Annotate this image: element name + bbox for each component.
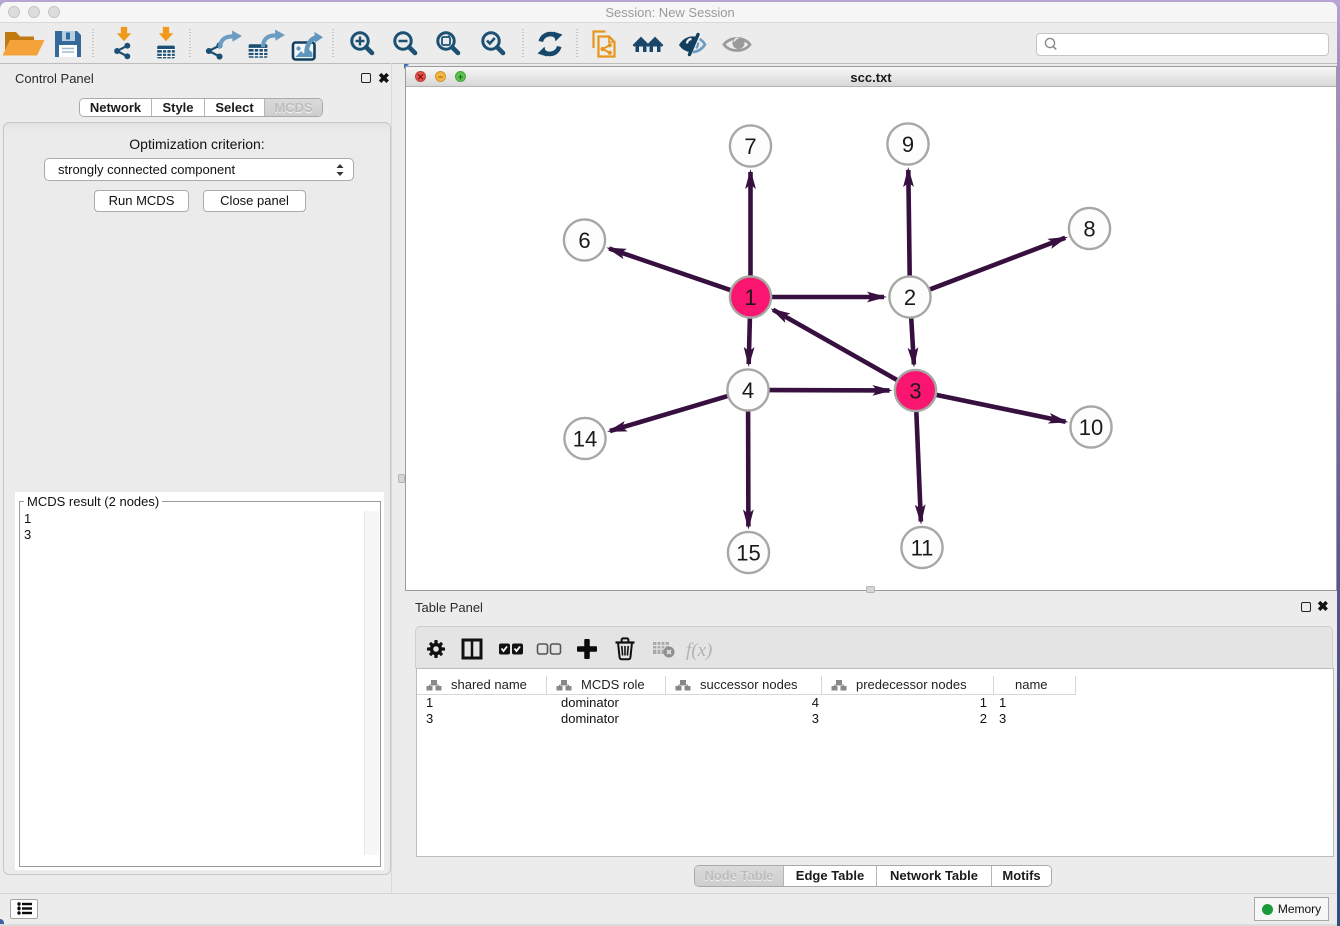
svg-text:4: 4 xyxy=(742,378,754,403)
svg-text:9: 9 xyxy=(902,132,914,157)
svg-text:10: 10 xyxy=(1079,415,1103,440)
svg-text:2: 2 xyxy=(904,285,916,310)
svg-text:11: 11 xyxy=(911,536,934,561)
svg-text:f(x): f(x) xyxy=(686,640,712,661)
svg-text:7: 7 xyxy=(744,134,756,159)
svg-text:3: 3 xyxy=(909,379,921,404)
svg-text:8: 8 xyxy=(1083,217,1095,242)
svg-text:1: 1 xyxy=(744,285,756,310)
svg-text:6: 6 xyxy=(578,228,590,253)
svg-text:14: 14 xyxy=(573,427,597,452)
svg-text:15: 15 xyxy=(736,541,760,566)
